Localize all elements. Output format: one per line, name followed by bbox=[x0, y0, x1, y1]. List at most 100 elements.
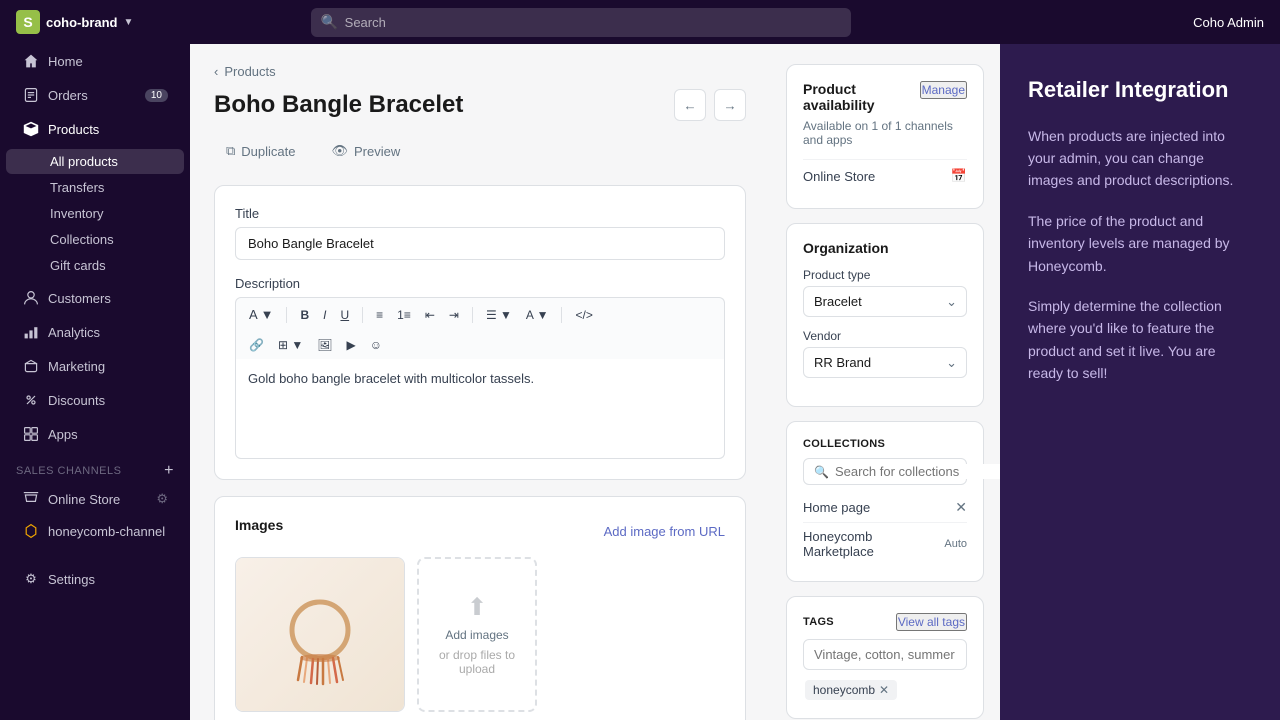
brand-logo[interactable]: S coho-brand ▼ bbox=[16, 10, 133, 34]
online-store-left: Online Store bbox=[22, 490, 120, 508]
availability-header: Product availability Manage bbox=[803, 81, 967, 113]
header-nav: ← → bbox=[674, 89, 746, 121]
orders-badge: 10 bbox=[145, 89, 168, 102]
sidebar-item-discounts[interactable]: Discounts bbox=[6, 384, 184, 416]
text-color-btn[interactable]: A ▼ bbox=[521, 305, 554, 325]
sidebar-item-customers[interactable]: Customers bbox=[6, 282, 184, 314]
prev-product-btn[interactable]: ← bbox=[674, 89, 706, 121]
font-family-btn[interactable]: A ▼ bbox=[244, 304, 278, 325]
collections-search-input[interactable] bbox=[835, 464, 1000, 479]
online-store-icon bbox=[22, 490, 40, 508]
sidebar-item-orders[interactable]: Orders 10 bbox=[6, 79, 184, 111]
sidebar-item-gift-cards[interactable]: Gift cards bbox=[6, 253, 184, 278]
product-type-select[interactable]: Bracelet bbox=[803, 286, 967, 317]
main-content: ‹ Products Boho Bangle Bracelet ← → ⧉ Du… bbox=[190, 44, 770, 720]
sidebar-item-products[interactable]: Products bbox=[6, 113, 184, 145]
collection-item-home: Home page ✕ bbox=[803, 493, 967, 523]
products-submenu: All products Transfers Inventory Collect… bbox=[0, 146, 190, 281]
title-card: Title Description A ▼ B I U ≡ 1≡ ⇤ ⇥ ☰ ▼ bbox=[214, 185, 746, 480]
underline-btn[interactable]: U bbox=[335, 305, 354, 325]
brand-name: coho-brand bbox=[46, 15, 118, 30]
product-type-label: Product type bbox=[803, 268, 967, 282]
customers-icon bbox=[22, 289, 40, 307]
title-input[interactable] bbox=[235, 227, 725, 260]
add-images-placeholder[interactable]: ⬆ Add images or drop files to upload bbox=[417, 557, 537, 712]
image-btn[interactable]: 🖼 bbox=[312, 335, 337, 355]
preview-label: Preview bbox=[354, 144, 400, 159]
brand-dropdown-icon[interactable]: ▼ bbox=[124, 17, 134, 28]
duplicate-btn[interactable]: ⧉ Duplicate bbox=[214, 137, 308, 165]
breadcrumb[interactable]: ‹ Products bbox=[214, 64, 746, 79]
emoji-btn[interactable]: ☺ bbox=[365, 335, 387, 355]
add-sales-channel-btn[interactable]: + bbox=[164, 463, 174, 479]
link-btn[interactable]: 🔗 bbox=[244, 335, 269, 355]
orders-label: Orders bbox=[48, 88, 88, 103]
images-title: Images bbox=[235, 517, 283, 533]
sidebar-item-inventory[interactable]: Inventory bbox=[6, 201, 184, 226]
sales-channels-section: SALES CHANNELS + bbox=[0, 451, 190, 483]
channel-name: Online Store bbox=[803, 169, 875, 184]
bold-btn[interactable]: B bbox=[295, 305, 314, 325]
tags-input[interactable] bbox=[803, 639, 967, 670]
vendor-wrapper: RR Brand bbox=[803, 347, 967, 378]
info-text-3: Simply determine the collection where yo… bbox=[1028, 295, 1252, 385]
next-product-btn[interactable]: → bbox=[714, 89, 746, 121]
tag-remove-btn[interactable]: ✕ bbox=[879, 684, 889, 696]
manage-btn[interactable]: Manage bbox=[920, 81, 967, 99]
vendor-select[interactable]: RR Brand bbox=[803, 347, 967, 378]
sidebar-item-marketing[interactable]: Marketing bbox=[6, 350, 184, 382]
product-image[interactable] bbox=[235, 557, 405, 712]
images-grid: ⬆ Add images or drop files to upload bbox=[235, 557, 725, 712]
collection-home-name: Home page bbox=[803, 500, 870, 515]
calendar-icon[interactable]: 📅 bbox=[951, 168, 967, 184]
video-btn[interactable]: ▶ bbox=[341, 335, 360, 355]
italic-btn[interactable]: I bbox=[318, 305, 331, 325]
search-input[interactable] bbox=[311, 8, 851, 37]
home-label: Home bbox=[48, 54, 83, 69]
main-area: ‹ Products Boho Bangle Bracelet ← → ⧉ Du… bbox=[190, 44, 770, 720]
indent-right-btn[interactable]: ⇥ bbox=[444, 305, 464, 325]
sidebar-item-transfers[interactable]: Transfers bbox=[6, 175, 184, 200]
availability-sub: Available on 1 of 1 channels and apps bbox=[803, 119, 967, 147]
toolbar-divider-3 bbox=[472, 307, 473, 323]
view-all-tags-btn[interactable]: View all tags bbox=[896, 613, 967, 631]
table-btn[interactable]: ⊞ ▼ bbox=[273, 335, 308, 355]
customers-label: Customers bbox=[48, 291, 111, 306]
availability-title: Product availability bbox=[803, 81, 920, 113]
orders-icon bbox=[22, 86, 40, 104]
tags-card: TAGS View all tags honeycomb ✕ bbox=[786, 596, 984, 719]
apps-icon bbox=[22, 425, 40, 443]
info-title: Retailer Integration bbox=[1028, 76, 1252, 105]
unordered-list-btn[interactable]: ≡ bbox=[371, 305, 388, 325]
online-store-settings-icon[interactable]: ⚙ bbox=[156, 491, 168, 507]
collection-home-remove-btn[interactable]: ✕ bbox=[955, 499, 967, 516]
indent-left-btn[interactable]: ⇤ bbox=[420, 305, 440, 325]
preview-btn[interactable]: 👁 Preview bbox=[320, 137, 413, 165]
add-image-url-btn[interactable]: Add image from URL bbox=[604, 524, 725, 539]
honeycomb-left: honeycomb-channel bbox=[22, 522, 165, 540]
sidebar-item-all-products[interactable]: All products bbox=[6, 149, 184, 174]
sidebar-item-honeycomb[interactable]: honeycomb-channel bbox=[6, 516, 184, 546]
collection-item-honeycomb: Honeycomb Marketplace Auto bbox=[803, 523, 967, 565]
home-icon bbox=[22, 52, 40, 70]
description-editor[interactable]: Gold boho bangle bracelet with multicolo… bbox=[235, 359, 725, 459]
duplicate-icon: ⧉ bbox=[226, 143, 235, 159]
info-text-2: The price of the product and inventory l… bbox=[1028, 210, 1252, 277]
settings-label: Settings bbox=[48, 572, 95, 587]
sidebar-item-home[interactable]: Home bbox=[6, 45, 184, 77]
sidebar-item-settings[interactable]: ⚙ Settings bbox=[6, 563, 184, 595]
bracelet-svg bbox=[260, 575, 380, 695]
code-btn[interactable]: </> bbox=[570, 305, 597, 325]
sidebar-item-collections[interactable]: Collections bbox=[6, 227, 184, 252]
sidebar-item-apps[interactable]: Apps bbox=[6, 418, 184, 450]
online-store-label: Online Store bbox=[48, 492, 120, 507]
tags-list: honeycomb ✕ bbox=[803, 678, 967, 702]
align-btn[interactable]: ☰ ▼ bbox=[481, 305, 517, 325]
honeycomb-label: honeycomb-channel bbox=[48, 524, 165, 539]
sales-channels-label: SALES CHANNELS bbox=[16, 465, 121, 477]
tags-header: TAGS View all tags bbox=[803, 613, 967, 631]
sidebar-item-online-store[interactable]: Online Store ⚙ bbox=[6, 484, 184, 514]
apps-label: Apps bbox=[48, 427, 78, 442]
sidebar-item-analytics[interactable]: Analytics bbox=[6, 316, 184, 348]
ordered-list-btn[interactable]: 1≡ bbox=[392, 305, 416, 325]
